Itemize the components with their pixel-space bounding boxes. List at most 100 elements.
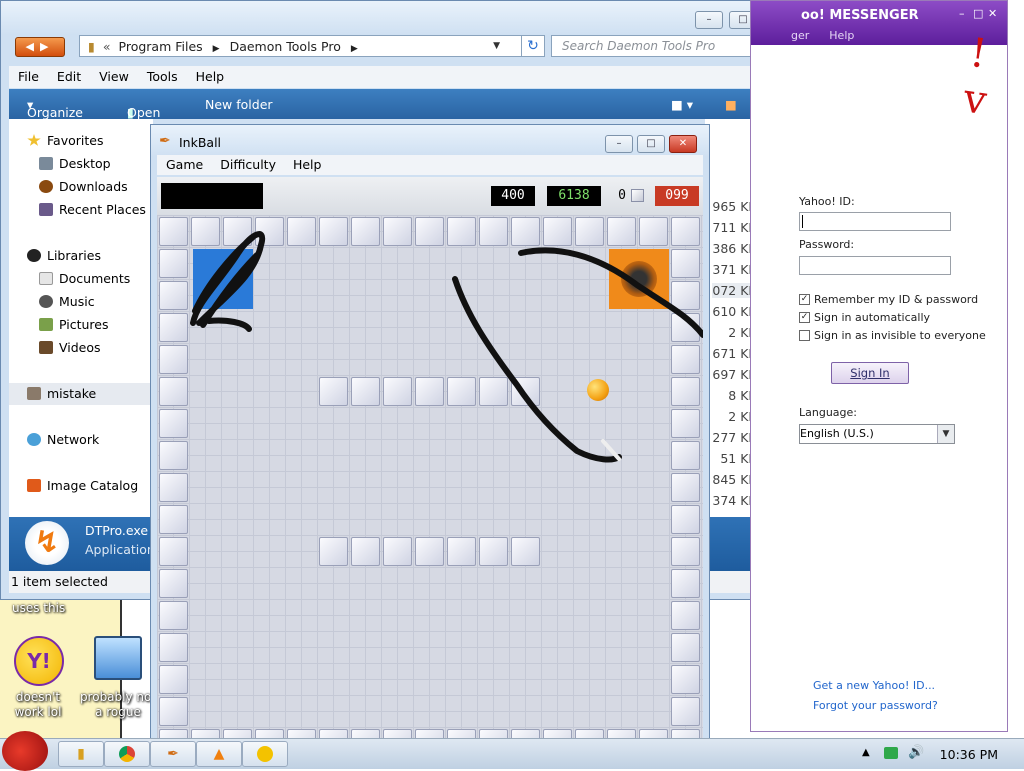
menu-messenger[interactable]: ger: [791, 29, 809, 42]
address-dropdown-icon[interactable]: ▼: [493, 36, 500, 57]
drive-icon: [27, 387, 41, 400]
breadcrumb-overflow-icon[interactable]: «: [103, 39, 111, 54]
daemon-tools-desktop-icon[interactable]: [94, 636, 142, 684]
minimize-button[interactable]: –: [605, 135, 633, 153]
nav-desktop[interactable]: Desktop: [39, 156, 111, 171]
remember-checkbox[interactable]: ✓ Remember my ID & password: [799, 293, 978, 306]
pictures-icon: [39, 318, 53, 331]
nav-favorites[interactable]: Favorites: [27, 133, 103, 148]
yahoo-id-field[interactable]: [799, 212, 951, 231]
nav-downloads[interactable]: Downloads: [39, 179, 128, 194]
password-field[interactable]: [799, 256, 951, 275]
score-bar: 400 6138 0 099: [157, 177, 703, 215]
desktop-overlay-text: uses this: [12, 601, 66, 615]
organize-button[interactable]: Organize ▾: [27, 97, 83, 120]
yahoo-messenger-desktop-icon[interactable]: Y!: [14, 636, 64, 686]
taskbar-vlc-button[interactable]: ▲: [196, 741, 242, 767]
sign-in-button[interactable]: Sign In: [831, 362, 909, 384]
menu-help[interactable]: Help: [829, 29, 854, 42]
preview-pane-icon[interactable]: ■: [725, 97, 737, 112]
nav-pictures[interactable]: Pictures: [39, 317, 109, 332]
volume-icon[interactable]: 🔊: [908, 745, 924, 760]
recent-places-icon: [39, 203, 53, 216]
address-bar[interactable]: ▮ « Program Files ▶ Daemon Tools Pro ▶ ▼: [79, 35, 527, 57]
refresh-button[interactable]: ↻: [521, 35, 545, 57]
yahoo-titlebar[interactable]: oo! MESSENGER – □ ✕ ger Help: [751, 1, 1007, 45]
get-new-id-link[interactable]: Get a new Yahoo! ID...: [813, 679, 935, 692]
invisible-checkbox[interactable]: Sign in as invisible to everyone: [799, 329, 986, 342]
breadcrumb-chevron-icon[interactable]: ▶: [351, 44, 358, 54]
network-icon: [27, 433, 41, 446]
breadcrumb-program-files[interactable]: Program Files: [119, 39, 203, 54]
breadcrumb-daemon-tools[interactable]: Daemon Tools Pro: [230, 39, 341, 54]
inkball-titlebar[interactable]: ✒ InkBall – □ ✕: [151, 125, 709, 157]
explorer-titlebar[interactable]: [1, 1, 799, 35]
back-forward-buttons[interactable]: ◀▶: [15, 37, 65, 57]
checkbox-unchecked-icon[interactable]: [799, 330, 810, 341]
text-cursor: [802, 215, 803, 228]
timer: 099: [655, 186, 699, 206]
maximize-button[interactable]: □: [637, 135, 665, 153]
close-button[interactable]: ✕: [669, 135, 697, 153]
taskbar-yahoo-button[interactable]: [242, 741, 288, 767]
ink-scribble-left: [190, 231, 266, 332]
change-view-icon[interactable]: ■ ▾: [671, 97, 693, 112]
yahoo-id-label: Yahoo! ID:: [799, 195, 855, 208]
explorer-menubar: File Edit View Tools Help: [9, 66, 793, 88]
yahoo-menubar: ger Help: [791, 29, 854, 42]
details-filetype: Application: [85, 542, 155, 557]
nav-recent-places[interactable]: Recent Places: [39, 202, 146, 217]
maximize-button[interactable]: □: [973, 7, 983, 20]
clock[interactable]: 10:36 PM: [940, 747, 998, 762]
command-bar: Organize ▾ ▮ Open New folder ■ ▾ ■ ?: [9, 89, 793, 120]
inkball-icon: ✒: [167, 746, 179, 762]
downloads-icon: [39, 180, 53, 193]
minimize-button[interactable]: –: [695, 11, 723, 29]
language-select[interactable]: English (U.S.) ▼: [799, 424, 955, 444]
breadcrumb-chevron-icon[interactable]: ▶: [213, 44, 220, 54]
address-row: ◀▶ ▮ « Program Files ▶ Daemon Tools Pro …: [9, 35, 797, 59]
show-hidden-icons-icon[interactable]: ▲: [862, 747, 870, 758]
search-placeholder: Search Daemon Tools Pro: [562, 39, 716, 53]
menu-file[interactable]: File: [9, 66, 48, 84]
close-button[interactable]: ✕: [988, 7, 997, 20]
taskbar-inkball-button[interactable]: ✒: [150, 741, 196, 767]
new-folder-button[interactable]: New folder: [205, 97, 273, 112]
taskbar-explorer-button[interactable]: ▮: [58, 741, 104, 767]
minimize-button[interactable]: –: [959, 7, 965, 20]
checkbox-checked-icon[interactable]: ✓: [799, 294, 810, 305]
menu-edit[interactable]: Edit: [48, 66, 90, 84]
nav-music[interactable]: Music: [39, 294, 95, 309]
taskbar-chrome-button[interactable]: [104, 741, 150, 767]
nav-documents[interactable]: Documents: [39, 271, 130, 286]
network-tray-icon[interactable]: [884, 747, 898, 759]
level-score: 400: [491, 186, 535, 206]
videos-icon: [39, 341, 53, 354]
total-score: 6138: [547, 186, 601, 206]
menu-view[interactable]: View: [90, 66, 138, 84]
forgot-password-link[interactable]: Forgot your password?: [813, 699, 938, 712]
game-board[interactable]: [157, 215, 703, 765]
desktop-icon-label-yahoo[interactable]: doesn't work lol: [6, 690, 70, 720]
start-button-angry-bird-icon[interactable]: [2, 731, 48, 771]
nav-videos[interactable]: Videos: [39, 340, 101, 355]
music-icon: [39, 295, 53, 308]
chevron-down-icon[interactable]: ▼: [937, 425, 954, 443]
nav-mistake[interactable]: mistake: [27, 386, 96, 401]
nav-network[interactable]: Network: [27, 432, 99, 447]
menu-difficulty[interactable]: Difficulty: [211, 155, 284, 172]
desktop-icon: [39, 157, 53, 170]
checkbox-checked-icon[interactable]: ✓: [799, 312, 810, 323]
menu-tools[interactable]: Tools: [138, 66, 187, 84]
yahoo-title: oo! MESSENGER: [801, 8, 919, 23]
monitor-gear-icon: [94, 636, 142, 680]
menu-help[interactable]: Help: [284, 155, 330, 172]
nav-libraries[interactable]: Libraries: [27, 248, 101, 263]
upcoming-balls-display: [161, 183, 263, 209]
desktop-icon-label-daemon[interactable]: probably not a rogue: [78, 690, 158, 720]
nav-image-catalog[interactable]: Image Catalog: [27, 478, 138, 493]
auto-signin-checkbox[interactable]: ✓ Sign in automatically: [799, 311, 930, 324]
menu-help[interactable]: Help: [187, 66, 234, 84]
folder-icon: ▮: [77, 746, 85, 762]
menu-game[interactable]: Game: [157, 155, 211, 172]
